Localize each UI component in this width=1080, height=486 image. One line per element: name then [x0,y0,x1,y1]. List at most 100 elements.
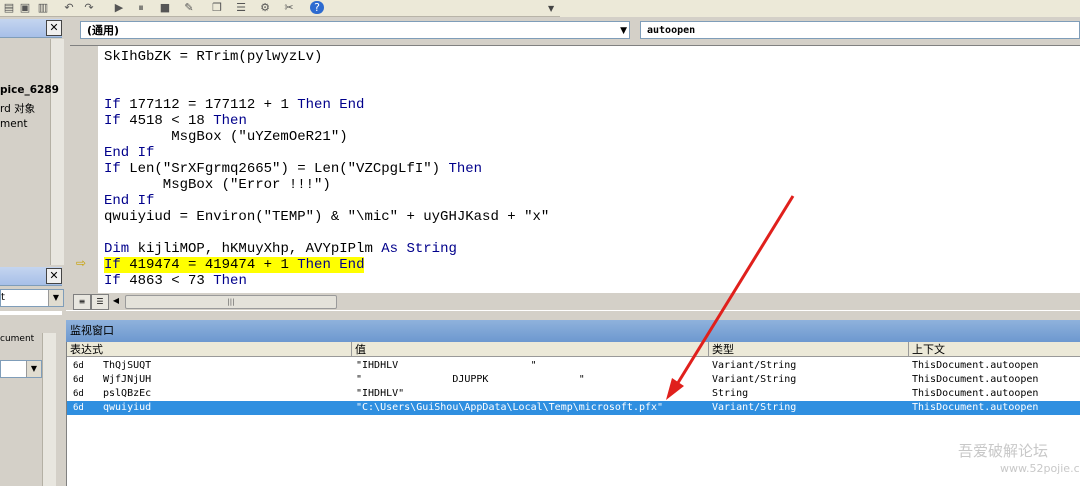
design-mode-icon[interactable]: ✎ [182,1,196,14]
watch-cell-type: Variant/String [712,374,797,385]
watch-glasses-icon: 6d [73,389,84,399]
properties-object-value: t [1,292,5,303]
watch-window: 表达式 值 类型 上下文 6d ThQjSUQT "IHDHLV " Variant/… [66,342,1080,486]
code-line[interactable]: End If [104,193,154,209]
run-icon[interactable]: ▶ [112,1,126,14]
watch-glasses-icon: 6d [73,403,84,413]
code-keyword: End [330,257,365,273]
project-close-icon[interactable]: ✕ [46,20,62,36]
toolbox-icon[interactable]: ✂ [282,1,296,14]
code-window-header: (通用) ▼ autoopen [70,17,1080,45]
chevron-down-icon[interactable]: ▼ [620,22,627,40]
watch-row[interactable]: 6d qwuiyiud "C:\Users\GuiShou\AppData\Loca… [67,401,1080,415]
watch-window-title: 监视窗口 [66,320,1080,342]
code-keyword: If [104,273,121,289]
properties-close-icon[interactable]: ✕ [46,268,62,284]
divider [0,311,62,315]
project-scrollbar[interactable] [50,39,64,265]
code-text: qwuiyiud = Environ("TEMP") & "\mic" + uy… [104,209,550,225]
code-gutter[interactable]: ⇨ [70,46,98,294]
left-panel: ✕ pice_6289 rd 对象 ment ✕ t ▼ cument ▼ [0,17,66,486]
procedure-combo[interactable]: autoopen [640,21,1080,39]
paste-icon[interactable]: ▤ [2,1,16,14]
properties-icon[interactable]: ☰ [234,1,248,14]
project-tree-item[interactable]: pice_6289 [0,84,59,96]
reset-icon[interactable]: ■ [158,1,172,14]
code-text: kijliMOP, hKMuyXhp, AVYpIPlm [129,241,382,257]
watch-row[interactable]: 6d ThQjSUQT "IHDHLV " Variant/String ThisDoc… [67,359,1080,373]
watch-row[interactable]: 6d WjfJNjUH " DJUPPK " Variant/String ThisDo… [67,373,1080,387]
project-explorer-icon[interactable]: ❐ [210,1,224,14]
code-keyword: Then [448,161,483,177]
toolbar-overflow-icon[interactable]: ▼ [548,4,556,14]
watch-cell-expr: WjfJNjUH [103,374,152,385]
watermark-text: 吾爱破解论坛 [958,442,1049,460]
header-value[interactable]: 值 [352,342,709,357]
code-editor[interactable]: ⇨ SkIhGbZK = RTrim(pylwyzLv) If 177112 = … [70,45,1080,294]
watch-cell-expr: qwuiyiud [103,402,152,413]
code-line[interactable]: SkIhGbZK = RTrim(pylwyzLv) [104,49,322,65]
object-combo[interactable]: (通用) ▼ [80,21,630,39]
code-line[interactable]: If 4863 < 73 Then [104,273,247,289]
help-icon[interactable]: ? [310,1,324,14]
code-keyword: If [104,161,121,177]
header-type[interactable]: 类型 [709,342,909,357]
header-expression[interactable]: 表达式 [67,342,352,357]
code-keyword: Then [213,273,247,289]
code-text: MsgBox ("uYZemOeR21") [104,129,348,145]
code-line[interactable]: If 4518 < 18 Then [104,113,247,129]
print-icon[interactable]: ▥ [36,1,50,14]
code-line[interactable]: Dim kijliMOP, hKMuyXhp, AVYpIPlm As Stri… [104,241,457,257]
chevron-down-icon[interactable]: ▼ [48,290,63,306]
watermark-url: www.52pojie.cn [1000,462,1080,475]
code-line[interactable]: MsgBox ("Error !!!") [104,177,331,193]
horizontal-scrollbar-thumb[interactable]: ||| [125,295,337,309]
code-line[interactable]: If 419474 = 419474 + 1 Then End [104,257,365,273]
project-tree-item[interactable]: rd 对象 [0,101,35,116]
procedure-combo-value: autoopen [647,25,696,36]
code-keyword: If [104,257,121,273]
property-value-combo[interactable]: ▼ [0,360,42,378]
watch-cell-context: ThisDocument.autoopen [912,374,1039,385]
undo-icon[interactable]: ↶ [62,1,76,14]
code-window-footer: ≡ ☰ ◀ ||| [70,293,1080,310]
object-combo-value: (通用) [87,24,120,37]
watch-cell-context: ThisDocument.autoopen [912,402,1039,413]
chevron-down-icon[interactable]: ▼ [26,361,41,377]
redo-icon[interactable]: ↷ [82,1,96,14]
code-keyword: Then [213,113,247,129]
procedure-view-icon[interactable]: ≡ [73,294,91,310]
code-text: MsgBox ("Error !!!") [104,177,331,193]
watch-cell-value: "C:\Users\GuiShou\AppData\Local\Temp\mic… [356,402,664,413]
code-keyword: Then End [297,97,365,113]
properties-scrollbar[interactable] [42,333,56,486]
code-line[interactable]: If 177112 = 177112 + 1 Then End [104,97,364,113]
properties-object-combo[interactable]: t ▼ [0,289,64,307]
code-text: 419474 = 419474 + 1 [120,257,298,273]
watch-glasses-icon: 6d [73,361,84,371]
scroll-left-icon[interactable]: ◀ [108,294,124,308]
watch-cell-value: " DJUPPK " [356,374,585,385]
watch-glasses-icon: 6d [73,375,84,385]
watch-row[interactable]: 6d pslQBzEc "IHDHLV" String ThisDocument.aut… [67,387,1080,401]
header-context[interactable]: 上下文 [909,342,1080,357]
watch-cell-value: "IHDHLV " [356,360,537,371]
project-tree-item[interactable]: ment [0,118,27,130]
full-module-view-icon[interactable]: ☰ [91,294,109,310]
code-keyword: Then [297,257,331,273]
code-line[interactable]: End If [104,145,154,161]
standard-toolbar: ▤ ▣ ▥ ↶ ↷ ▶ ⏸ ■ ✎ ❐ ☰ ⚙ ✂ ? ▼ [0,0,560,17]
toolbar-empty-area [560,0,1080,17]
code-keyword: End If [104,145,155,161]
object-browser-icon[interactable]: ⚙ [258,1,272,14]
watch-cell-value: "IHDHLV" [356,388,405,399]
code-line[interactable]: If Len("SrXFgrmq2665") = Len("VZCpgLfI")… [104,161,482,177]
watch-cell-context: ThisDocument.autoopen [912,360,1039,371]
find-icon[interactable]: ▣ [18,1,32,14]
code-keyword: If [104,97,121,113]
code-line[interactable]: MsgBox ("uYZemOeR21") [104,129,348,145]
code-line[interactable]: qwuiyiud = Environ("TEMP") & "\mic" + uy… [104,209,549,225]
watch-cell-context: ThisDocument.autoopen [912,388,1039,399]
break-icon[interactable]: ⏸ [134,1,148,14]
properties-item[interactable]: cument [0,334,34,344]
